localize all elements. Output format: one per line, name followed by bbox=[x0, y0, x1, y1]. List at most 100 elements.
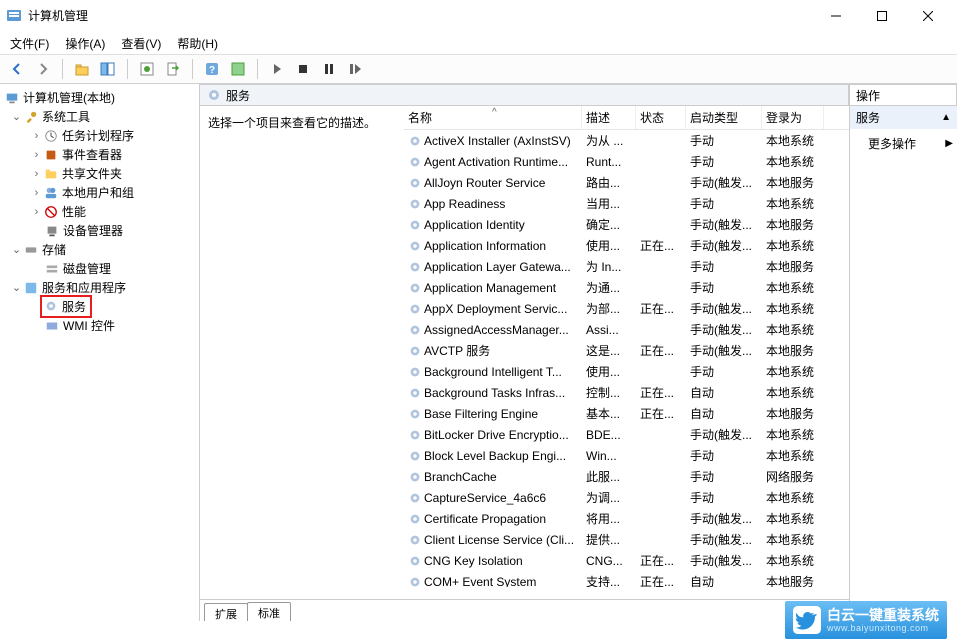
tree-storage[interactable]: ⌄ 存储 bbox=[0, 240, 199, 259]
menu-help[interactable]: 帮助(H) bbox=[177, 35, 218, 52]
show-hide-tree-button[interactable] bbox=[97, 58, 119, 80]
service-row[interactable]: App Readiness当用...手动本地系统 bbox=[404, 193, 849, 214]
service-row[interactable]: AllJoyn Router Service路由...手动(触发...本地服务 bbox=[404, 172, 849, 193]
properties-button[interactable] bbox=[136, 58, 158, 80]
service-row[interactable]: Background Tasks Infras...控制...正在...自动本地… bbox=[404, 382, 849, 403]
service-row[interactable]: Background Intelligent T...使用...手动本地系统 bbox=[404, 361, 849, 382]
service-logon: 本地系统 bbox=[762, 132, 824, 149]
minimize-button[interactable] bbox=[813, 0, 859, 32]
service-desc: 支持... bbox=[582, 573, 636, 587]
service-desc: 使用... bbox=[582, 237, 636, 254]
actions-more-label: 更多操作 bbox=[868, 135, 916, 152]
bird-icon bbox=[793, 606, 821, 634]
expander-icon[interactable]: ⌄ bbox=[10, 110, 23, 123]
service-row[interactable]: AssignedAccessManager...Assi...手动(触发...本… bbox=[404, 319, 849, 340]
service-startup: 手动 bbox=[686, 258, 762, 275]
tab-extended[interactable]: 扩展 bbox=[204, 603, 248, 621]
tree-wmi-control[interactable]: WMI 控件 bbox=[0, 316, 199, 335]
tree-services[interactable]: 服务 bbox=[0, 297, 199, 316]
tree-task-scheduler[interactable]: › 任务计划程序 bbox=[0, 126, 199, 145]
column-logon[interactable]: 登录为 bbox=[762, 106, 824, 129]
expander-icon[interactable]: ⌄ bbox=[10, 243, 23, 256]
service-name: Background Intelligent T... bbox=[424, 365, 562, 379]
service-logon: 本地服务 bbox=[762, 174, 824, 191]
service-row[interactable]: Application Layer Gatewa...为 In...手动本地服务 bbox=[404, 256, 849, 277]
service-desc: 为部... bbox=[582, 300, 636, 317]
expander-icon[interactable]: › bbox=[30, 168, 43, 180]
service-row[interactable]: Agent Activation Runtime...Runt...手动本地系统 bbox=[404, 151, 849, 172]
column-startup[interactable]: 启动类型 bbox=[686, 106, 762, 129]
service-row[interactable]: AppX Deployment Servic...为部...正在...手动(触发… bbox=[404, 298, 849, 319]
menu-file[interactable]: 文件(F) bbox=[10, 35, 49, 52]
help-button[interactable]: ? bbox=[201, 58, 223, 80]
restart-button[interactable] bbox=[344, 58, 366, 80]
refresh-button[interactable] bbox=[227, 58, 249, 80]
column-name[interactable]: 名称^ bbox=[404, 106, 582, 129]
service-startup: 手动 bbox=[686, 132, 762, 149]
tree-event-viewer[interactable]: › 事件查看器 bbox=[0, 145, 199, 164]
pause-button[interactable] bbox=[318, 58, 340, 80]
column-desc[interactable]: 描述 bbox=[582, 106, 636, 129]
column-status[interactable]: 状态 bbox=[636, 106, 686, 129]
expander-icon[interactable]: › bbox=[30, 187, 43, 199]
service-row[interactable]: BitLocker Drive Encryptio...BDE...手动(触发.… bbox=[404, 424, 849, 445]
service-row[interactable]: ActiveX Installer (AxInstSV)为从 ...手动本地系统 bbox=[404, 130, 849, 151]
tree-local-users[interactable]: › 本地用户和组 bbox=[0, 183, 199, 202]
maximize-button[interactable] bbox=[859, 0, 905, 32]
service-desc: 使用... bbox=[582, 363, 636, 380]
tree-services-apps[interactable]: ⌄ 服务和应用程序 bbox=[0, 278, 199, 297]
tree-system-tools[interactable]: ⌄ 系统工具 bbox=[0, 107, 199, 126]
actions-more[interactable]: 更多操作 ▶ bbox=[850, 129, 957, 158]
service-row[interactable]: Base Filtering Engine基本...正在...自动本地服务 bbox=[404, 403, 849, 424]
play-button[interactable] bbox=[266, 58, 288, 80]
expander-icon[interactable]: › bbox=[30, 130, 43, 142]
menu-view[interactable]: 查看(V) bbox=[121, 35, 161, 52]
service-row[interactable]: BranchCache此服...手动网络服务 bbox=[404, 466, 849, 487]
export-button[interactable] bbox=[162, 58, 184, 80]
tree-label: 服务和应用程序 bbox=[42, 279, 126, 296]
service-row[interactable]: CaptureService_4a6c6为调...手动本地系统 bbox=[404, 487, 849, 508]
service-status: 正在... bbox=[636, 384, 686, 401]
stop-button[interactable] bbox=[292, 58, 314, 80]
service-row[interactable]: Client License Service (Cli...提供...手动(触发… bbox=[404, 529, 849, 550]
service-row[interactable]: CNG Key IsolationCNG...正在...手动(触发...本地系统 bbox=[404, 550, 849, 571]
nav-forward-button[interactable] bbox=[32, 58, 54, 80]
service-row[interactable]: Block Level Backup Engi...Win...手动本地系统 bbox=[404, 445, 849, 466]
up-button[interactable] bbox=[71, 58, 93, 80]
service-row[interactable]: Certificate Propagation将用...手动(触发...本地系统 bbox=[404, 508, 849, 529]
service-row[interactable]: Application Management为通...手动本地系统 bbox=[404, 277, 849, 298]
service-desc: Assi... bbox=[582, 323, 636, 337]
service-startup: 手动 bbox=[686, 468, 762, 485]
expander-icon[interactable]: › bbox=[30, 206, 43, 218]
nav-back-button[interactable] bbox=[6, 58, 28, 80]
service-name: Agent Activation Runtime... bbox=[424, 155, 568, 169]
app-icon bbox=[6, 8, 22, 24]
service-desc: 确定... bbox=[582, 216, 636, 233]
wmi-icon bbox=[44, 318, 60, 334]
service-startup: 手动(触发... bbox=[686, 510, 762, 527]
service-name: ActiveX Installer (AxInstSV) bbox=[424, 134, 571, 148]
close-button[interactable] bbox=[905, 0, 951, 32]
service-logon: 本地系统 bbox=[762, 531, 824, 548]
expander-icon[interactable]: ⌄ bbox=[10, 281, 23, 294]
service-row[interactable]: AVCTP 服务这是...正在...手动(触发...本地服务 bbox=[404, 340, 849, 361]
service-desc: 基本... bbox=[582, 405, 636, 422]
tree-performance[interactable]: › 性能 bbox=[0, 202, 199, 221]
tree-device-manager[interactable]: 设备管理器 bbox=[0, 221, 199, 240]
service-desc: 为 In... bbox=[582, 258, 636, 275]
expander-icon[interactable]: › bbox=[30, 149, 43, 161]
tab-standard[interactable]: 标准 bbox=[247, 602, 291, 621]
service-startup: 手动 bbox=[686, 195, 762, 212]
service-name: Background Tasks Infras... bbox=[424, 386, 565, 400]
service-row[interactable]: COM+ Event System支持...正在...自动本地服务 bbox=[404, 571, 849, 587]
tree-shared-folders[interactable]: › 共享文件夹 bbox=[0, 164, 199, 183]
menu-action[interactable]: 操作(A) bbox=[65, 35, 105, 52]
service-name: App Readiness bbox=[424, 197, 505, 211]
service-row[interactable]: Application Information使用...正在...手动(触发..… bbox=[404, 235, 849, 256]
service-row[interactable]: Application Identity确定...手动(触发...本地服务 bbox=[404, 214, 849, 235]
actions-section[interactable]: 服务 ▲ bbox=[850, 106, 957, 129]
service-status: 正在... bbox=[636, 573, 686, 587]
tree-disk-management[interactable]: 磁盘管理 bbox=[0, 259, 199, 278]
tree-root[interactable]: 计算机管理(本地) bbox=[0, 88, 199, 107]
service-startup: 手动 bbox=[686, 153, 762, 170]
